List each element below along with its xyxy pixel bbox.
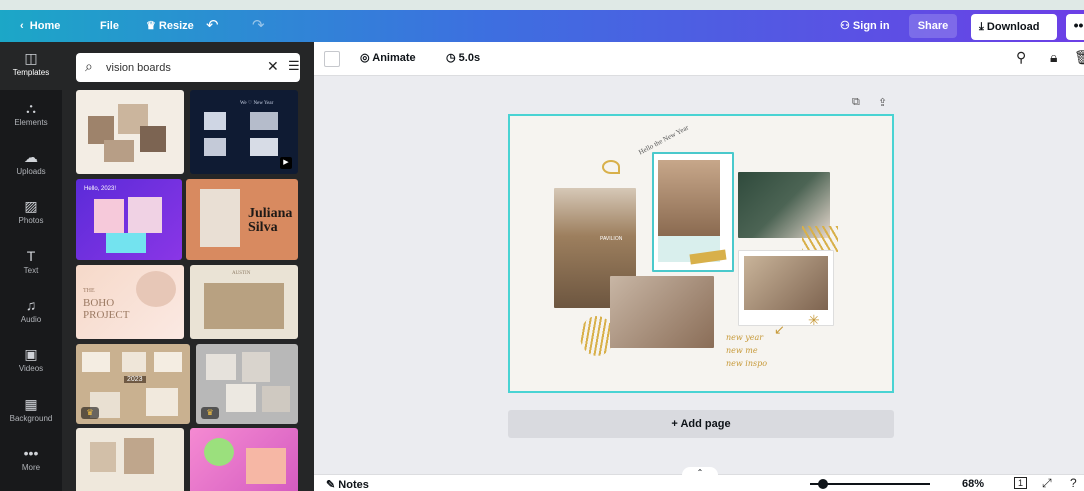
gold-confetti [802,226,838,252]
more-options-button[interactable]: ••• [1066,14,1084,40]
animate-button[interactable]: ◎ Animate [360,51,416,64]
home-button[interactable]: ‹ Home [20,10,60,42]
share-button[interactable]: Share [909,14,957,38]
crown-icon: ♛ [146,20,159,32]
crown-icon: ♛ [201,407,219,419]
template-thumbnail[interactable]: 2023 ♛ [76,344,190,424]
zoom-slider[interactable] [810,483,930,485]
shopping-bags-photo[interactable] [610,276,714,348]
page-count-icon[interactable]: 1 [1014,477,1028,489]
zoom-level[interactable]: 68% [962,478,984,490]
templates-panel: ⌕ ✕ ☰ We ♡ New Year ▶ Hello, 2023! Julia… [62,42,314,491]
portrait-polaroid[interactable] [652,152,734,272]
uploads-icon: ☁ [24,149,38,165]
paint-roller-icon[interactable]: ⚲ [1016,49,1026,66]
undo-icon[interactable]: ↶ [206,10,219,42]
rail-item-photos[interactable]: ▨ Photos [0,190,62,238]
rail-item-more[interactable]: ••• More [0,437,62,485]
crown-icon: ♛ [81,407,99,419]
chevron-left-icon: ‹ [20,20,30,32]
add-page-button[interactable]: + Add page [508,410,894,438]
template-search: ⌕ ✕ ☰ [76,53,300,82]
more-icon: ••• [23,445,39,461]
duration-button[interactable]: ◷ 5.0s [446,51,480,64]
elements-icon: ⛬ [26,100,36,116]
rail-item-templates[interactable]: ◫ Templates [0,42,62,90]
fullscreen-icon[interactable]: ⤢ [1042,476,1052,491]
resize-button[interactable]: ♛ Resize [146,10,194,42]
search-input[interactable] [106,59,246,76]
user-icon: ⚇ [840,20,853,32]
background-color-swatch[interactable] [324,51,340,67]
download-button[interactable]: ⤓ Download [971,14,1057,40]
audio-icon: ♫ [25,297,37,313]
template-thumbnail[interactable]: ♛ [196,344,298,424]
background-icon: ▦ [24,396,38,412]
sign-in-button[interactable]: ⚇ Sign in [840,10,890,42]
chevron-up-icon[interactable]: ⌃ [682,467,718,477]
clock-icon: ◷ [446,52,459,64]
arrow-doodle-icon: ↙ [774,322,785,337]
add-page-icon[interactable]: ⇪ [878,96,887,109]
star-icon: ✳ [808,312,820,328]
template-thumbnail[interactable]: We ♡ New Year ▶ [190,90,298,174]
filter-icon[interactable]: ☰ [288,58,300,74]
gold-swirl [602,160,620,174]
duplicate-page-icon[interactable]: ⧉ [852,96,860,109]
script-text[interactable]: new year new me new inspo [726,331,767,370]
rail-item-text[interactable]: T Text [0,240,62,288]
close-icon[interactable]: ✕ [267,58,279,75]
file-menu[interactable]: File [100,10,119,42]
template-thumbnail[interactable] [76,90,184,174]
bottom-bar: ⌃ ✎ Notes 68% 1 ⤢ ? [314,467,1084,491]
rail-item-background[interactable]: ▦ Background [0,388,62,436]
redo-icon[interactable]: ↷ [252,10,265,42]
photos-icon: ▨ [24,198,38,214]
design-page[interactable]: Hello the New Year PAVILION new year new… [508,114,894,393]
animate-icon: ◎ [360,52,373,64]
lock-icon[interactable]: 🔒︎ [1050,49,1057,66]
search-icon: ⌕ [85,58,93,74]
template-thumbnail[interactable]: Juliana Silva [186,179,298,260]
template-thumbnail[interactable] [190,428,298,491]
template-thumbnail[interactable]: Hello, 2023! [76,179,182,260]
rail-item-videos[interactable]: ▣ Videos [0,338,62,386]
notes-icon: ✎ [326,479,339,491]
zoom-slider-handle[interactable] [818,479,828,489]
help-icon[interactable]: ? [1070,476,1077,490]
template-thumbnail[interactable] [76,428,184,491]
editor-toolbar: ◎ Animate ◷ 5.0s ⚲ 🔒︎ 🗑︎ [314,42,1084,76]
template-thumbnail[interactable]: AUSTIN [190,265,298,339]
side-rail: ◫ Templates ⛬ Elements ☁ Uploads ▨ Photos TT… [0,42,62,491]
rail-item-audio[interactable]: ♫ Audio [0,289,62,337]
videos-icon: ▣ [24,346,38,362]
editor-area: ◎ Animate ◷ 5.0s ⚲ 🔒︎ 🗑︎ ⧉ ⇪ Hello the N… [314,42,1084,491]
trash-icon[interactable]: 🗑︎ [1074,49,1084,66]
template-thumbnail[interactable]: THE BOHO PROJECT [76,265,184,339]
notes-button[interactable]: ✎ Notes [326,478,369,491]
templates-icon: ◫ [24,50,38,66]
rail-item-elements[interactable]: ⛬ Elements [0,92,62,140]
download-icon: ⤓ [979,21,987,33]
text-icon: T [26,248,36,264]
play-icon: ▶ [280,157,292,169]
gold-brush-stroke [580,316,614,356]
rail-item-uploads[interactable]: ☁ Uploads [0,141,62,189]
top-bar: ‹ Home File ♛ Resize ↶ ↷ ⚇ Sign in Share… [0,10,1084,42]
